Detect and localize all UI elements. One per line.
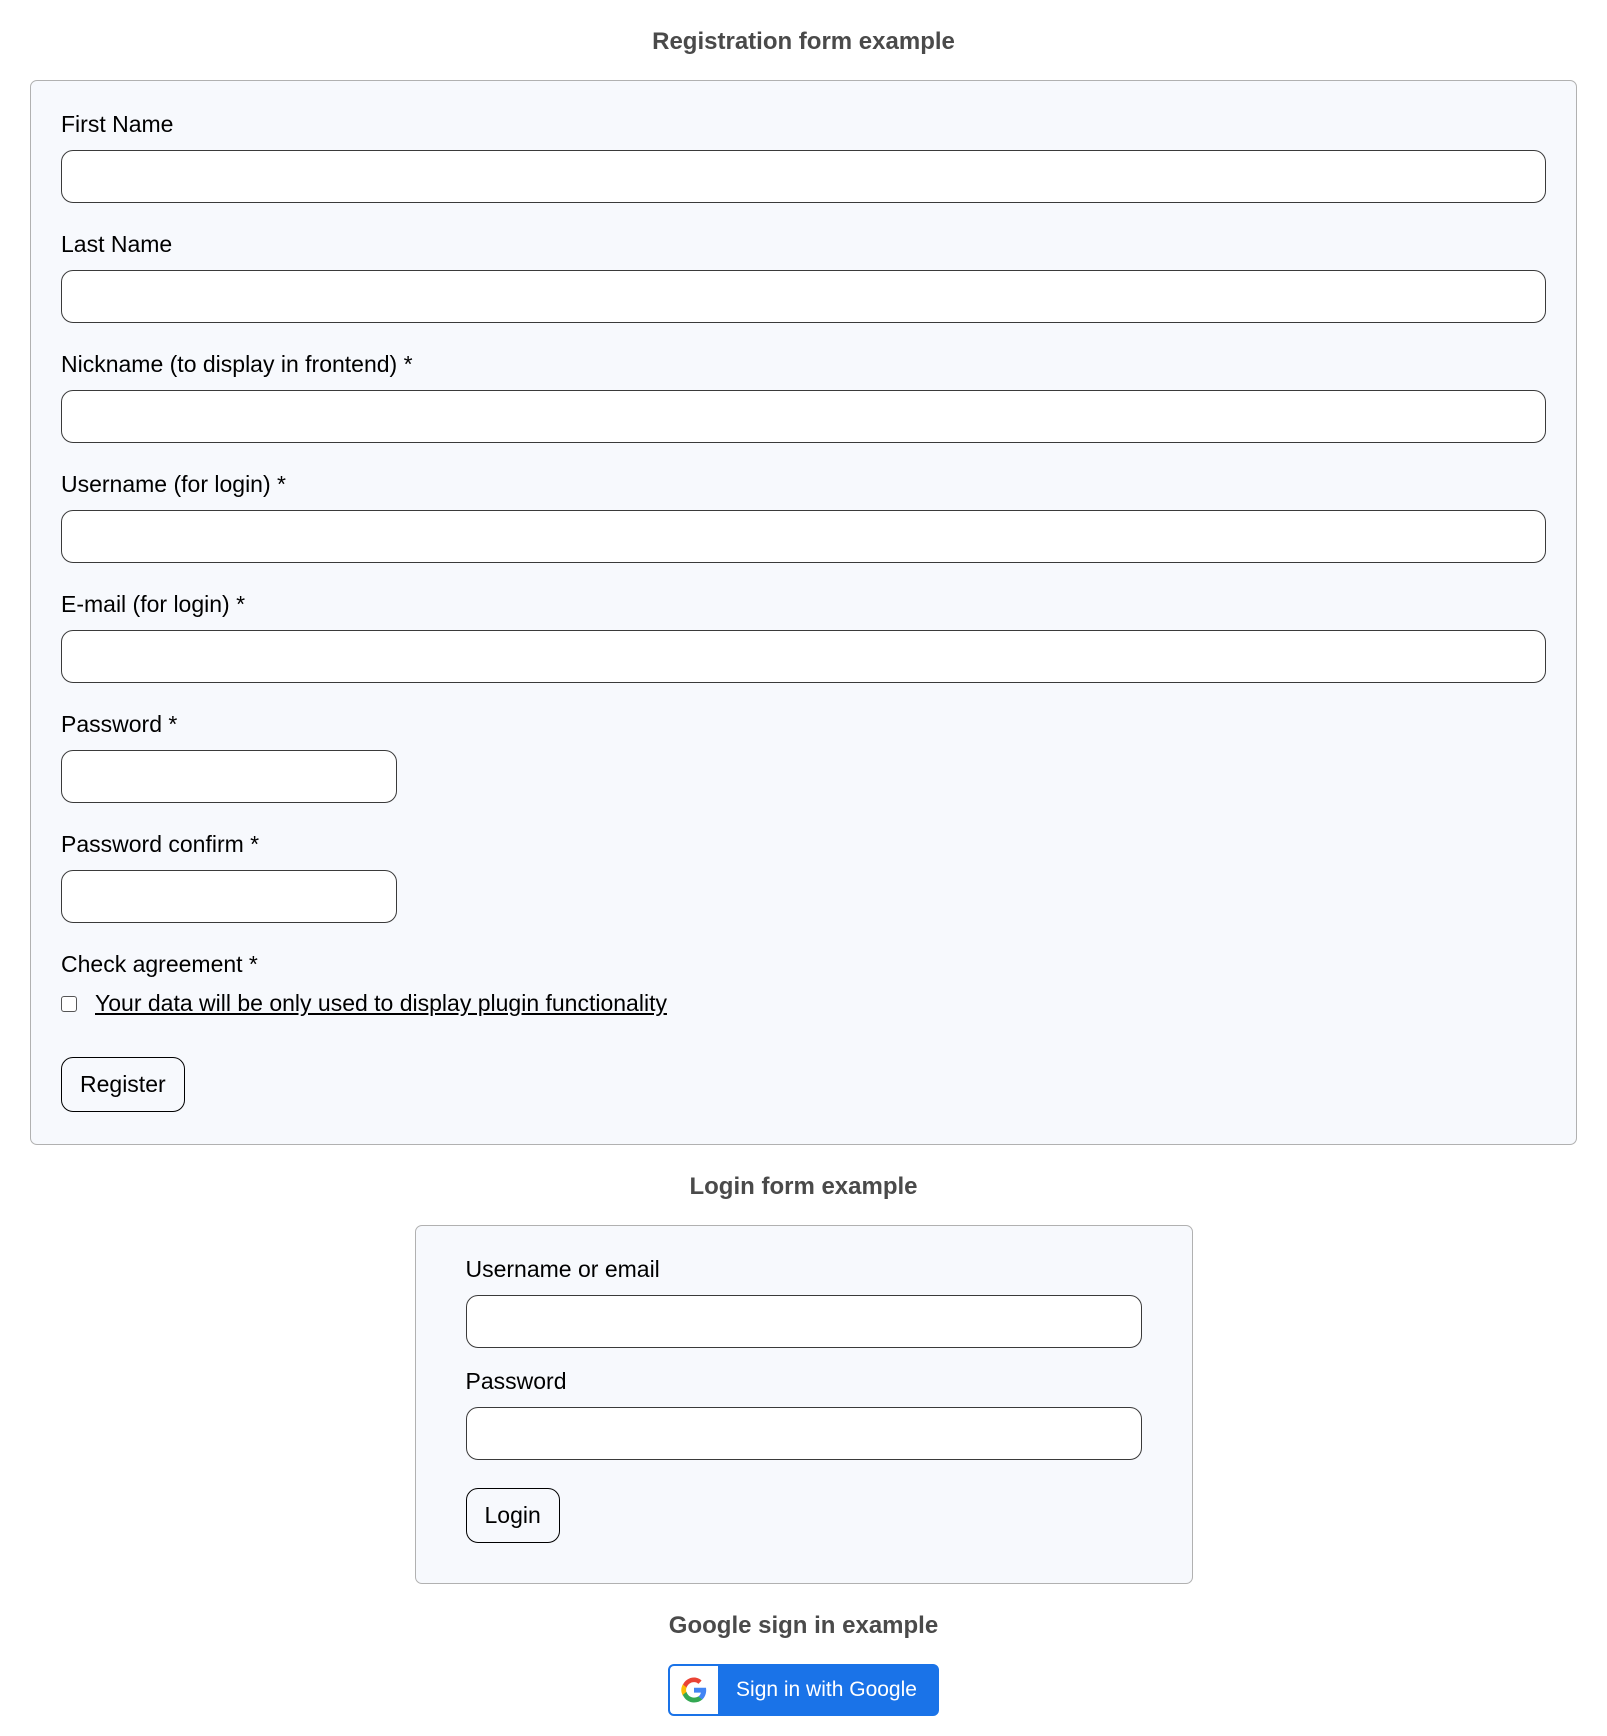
- login-password-input[interactable]: [466, 1407, 1142, 1460]
- password-confirm-label: Password confirm *: [61, 831, 1546, 858]
- password-confirm-row: Password confirm *: [61, 831, 1546, 923]
- agreement-link[interactable]: Your data will be only used to display p…: [95, 990, 667, 1017]
- google-signin-row: Sign in with Google: [30, 1664, 1577, 1716]
- password-confirm-input[interactable]: [61, 870, 397, 923]
- first-name-input[interactable]: [61, 150, 1546, 203]
- password-input[interactable]: [61, 750, 397, 803]
- login-form-panel: Username or email Password Login: [415, 1225, 1193, 1584]
- last-name-row: Last Name: [61, 231, 1546, 323]
- last-name-input[interactable]: [61, 270, 1546, 323]
- agreement-checkbox[interactable]: [61, 996, 77, 1012]
- password-row: Password *: [61, 711, 1546, 803]
- email-label: E-mail (for login) *: [61, 591, 1546, 618]
- email-row: E-mail (for login) *: [61, 591, 1546, 683]
- google-icon: [670, 1666, 718, 1714]
- password-label: Password *: [61, 711, 1546, 738]
- google-signin-label: Sign in with Google: [718, 1666, 937, 1714]
- username-label: Username (for login) *: [61, 471, 1546, 498]
- first-name-label: First Name: [61, 111, 1546, 138]
- nickname-row: Nickname (to display in frontend) *: [61, 351, 1546, 443]
- nickname-input[interactable]: [61, 390, 1546, 443]
- username-input[interactable]: [61, 510, 1546, 563]
- agreement-row: Check agreement * Your data will be only…: [61, 951, 1546, 1017]
- first-name-row: First Name: [61, 111, 1546, 203]
- google-heading: Google sign in example: [30, 1612, 1577, 1640]
- username-row: Username (for login) *: [61, 471, 1546, 563]
- login-username-row: Username or email: [466, 1256, 1142, 1348]
- registration-heading: Registration form example: [30, 28, 1577, 56]
- google-signin-button[interactable]: Sign in with Google: [668, 1664, 939, 1716]
- login-username-input[interactable]: [466, 1295, 1142, 1348]
- login-password-row: Password: [466, 1368, 1142, 1460]
- login-username-label: Username or email: [466, 1256, 1142, 1283]
- email-input[interactable]: [61, 630, 1546, 683]
- login-button[interactable]: Login: [466, 1488, 560, 1543]
- register-button[interactable]: Register: [61, 1057, 185, 1112]
- nickname-label: Nickname (to display in frontend) *: [61, 351, 1546, 378]
- registration-form-panel: First Name Last Name Nickname (to displa…: [30, 80, 1577, 1145]
- last-name-label: Last Name: [61, 231, 1546, 258]
- login-password-label: Password: [466, 1368, 1142, 1395]
- login-heading: Login form example: [30, 1173, 1577, 1201]
- agreement-label: Check agreement *: [61, 951, 1546, 978]
